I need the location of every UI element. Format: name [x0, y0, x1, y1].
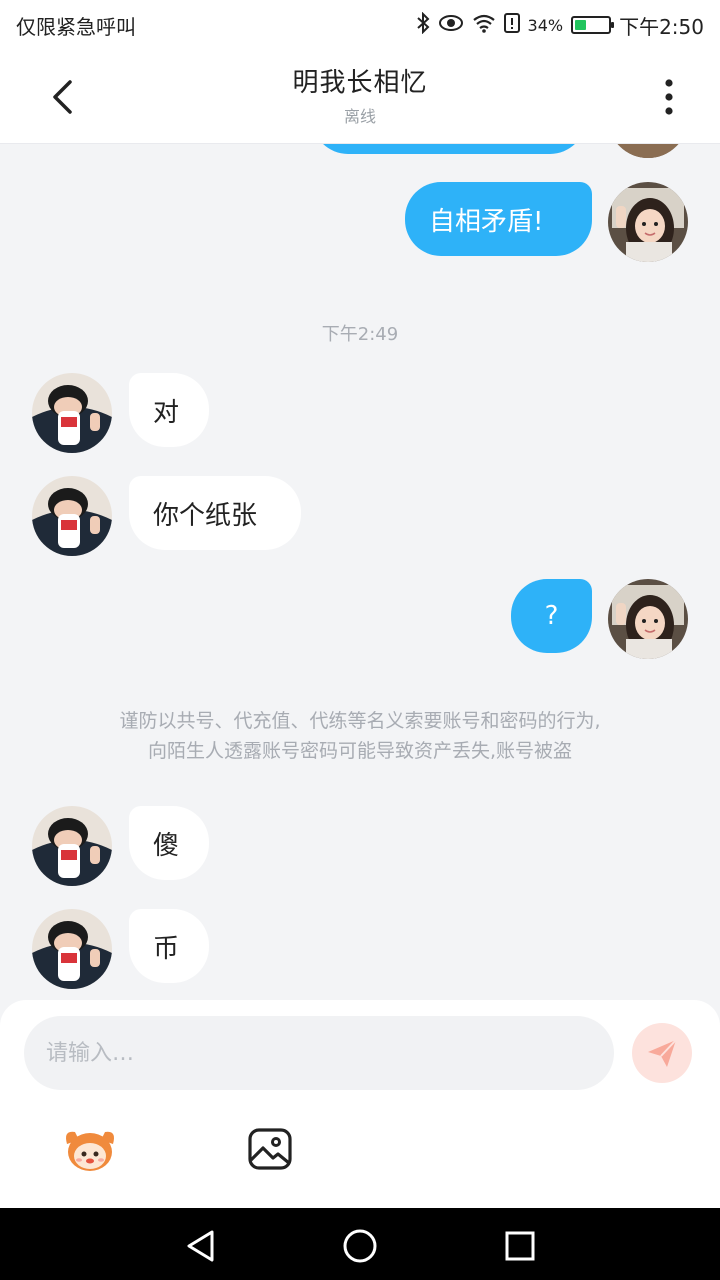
message-input[interactable]	[24, 1016, 614, 1090]
chat-header: 明我长相忆 离线	[0, 50, 720, 144]
notice-line: 谨防以共号、代充值、代练等名义索要账号和密码的行为,	[119, 710, 601, 732]
square-recents-icon	[505, 1231, 535, 1261]
battery-level	[575, 20, 587, 30]
more-vertical-icon	[665, 79, 673, 115]
send-button[interactable]	[632, 1023, 692, 1083]
nav-recents-button[interactable]	[500, 1226, 540, 1266]
friend-avatar[interactable]	[32, 476, 112, 556]
system-nav-bar	[0, 1208, 720, 1280]
image-button[interactable]	[241, 1120, 299, 1178]
friend-avatar[interactable]	[32, 373, 112, 453]
emoji-button[interactable]	[61, 1120, 119, 1178]
chat-title: 明我长相忆	[292, 68, 428, 98]
send-icon	[648, 1039, 677, 1067]
security-notice: 谨防以共号、代充值、代练等名义索要账号和密码的行为, 向陌生人透露账号密码可能导…	[40, 706, 680, 766]
status-bar: 仅限紧急呼叫 34% 下午2:50	[0, 0, 720, 50]
message-bubble-incoming[interactable]: 你个纸张	[129, 476, 301, 550]
status-icons: 34% 下午2:50	[416, 11, 704, 40]
battery-percent: 34%	[527, 15, 564, 35]
message-bubble-incoming[interactable]: 对	[129, 373, 209, 447]
bluetooth-icon	[416, 11, 430, 39]
circle-home-icon	[343, 1229, 377, 1263]
timestamp: 下午2:49	[321, 324, 399, 345]
message-bubble-outgoing[interactable]: ?	[511, 579, 592, 653]
carrier-text: 仅限紧急呼叫	[16, 14, 136, 39]
my-avatar[interactable]	[608, 182, 688, 262]
image-icon	[248, 1128, 292, 1170]
message-bubble-outgoing[interactable]	[312, 144, 586, 154]
more-options-button[interactable]	[644, 72, 694, 122]
triangle-back-icon	[187, 1230, 214, 1262]
message-bubble-incoming[interactable]: 币	[129, 909, 209, 983]
status-time: 下午2:50	[619, 14, 704, 39]
mascot-emoji-icon	[66, 1131, 114, 1171]
friend-avatar[interactable]	[32, 909, 112, 989]
online-status: 离线	[343, 107, 376, 126]
my-avatar[interactable]	[608, 144, 688, 158]
message-bubble-incoming[interactable]: 傻	[129, 806, 209, 880]
battery-icon	[571, 16, 615, 34]
nav-home-button[interactable]	[340, 1226, 380, 1266]
alert-icon	[503, 12, 520, 38]
input-panel	[0, 1000, 720, 1208]
nav-back-button[interactable]	[180, 1226, 220, 1266]
message-bubble-outgoing[interactable]: 自相矛盾!	[405, 182, 592, 256]
message-list[interactable]: 自相矛盾! 下午2:49 对 你个纸张 ? 谨防以共号、代充值、代练等名义索要账…	[0, 144, 720, 1000]
friend-avatar[interactable]	[32, 806, 112, 886]
notice-line: 向陌生人透露账号密码可能导致资产丢失,账号被盗	[147, 740, 573, 762]
my-avatar[interactable]	[608, 579, 688, 659]
title-block: 明我长相忆 离线	[0, 62, 720, 127]
chat-screen: 仅限紧急呼叫 34% 下午2:50 明我长相忆 离线 自相矛盾! 下午2:49 …	[0, 0, 720, 1280]
wifi-icon	[472, 13, 496, 38]
eye-icon	[438, 13, 464, 37]
